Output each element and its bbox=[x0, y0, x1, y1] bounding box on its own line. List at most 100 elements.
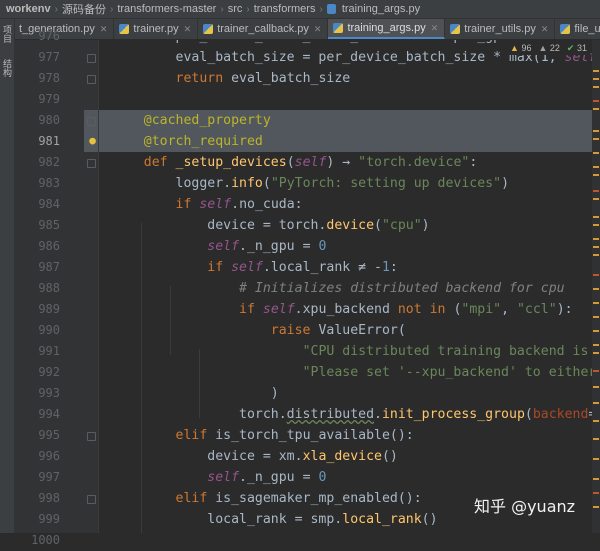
breadcrumb-separator-icon: › bbox=[319, 3, 323, 15]
code-line[interactable]: logger.info("PyTorch: setting up devices… bbox=[99, 173, 592, 194]
line-number: 991 bbox=[38, 344, 60, 358]
error-stripe-marker[interactable] bbox=[593, 216, 599, 218]
line-number: 997 bbox=[38, 470, 60, 484]
warning-icon: ▲ bbox=[510, 43, 519, 53]
code-line[interactable]: if self.no_cuda: bbox=[99, 194, 592, 215]
error-stripe-marker[interactable] bbox=[593, 420, 599, 422]
error-stripe-marker[interactable] bbox=[593, 130, 599, 132]
editor-tab[interactable]: trainer_callback.py ✕ bbox=[198, 19, 329, 39]
error-stripe-marker[interactable] bbox=[593, 274, 599, 276]
fold-marker-icon[interactable] bbox=[87, 432, 96, 441]
fold-marker-icon[interactable] bbox=[87, 495, 96, 504]
breadcrumb-item[interactable]: workenv bbox=[0, 3, 55, 15]
error-stripe-marker[interactable] bbox=[593, 70, 599, 72]
error-stripe-marker[interactable] bbox=[593, 370, 599, 372]
weak-warning-count[interactable]: ▲ 22 bbox=[538, 43, 559, 53]
tool-window-structure[interactable]: 结构 bbox=[1, 59, 13, 77]
breadcrumb-item[interactable]: 源码备份 bbox=[58, 1, 110, 17]
error-stripe-marker[interactable] bbox=[593, 386, 599, 388]
code-line[interactable]: device = xm.xla_device() bbox=[99, 446, 592, 467]
code-line[interactable]: self._n_gpu = 0 bbox=[99, 236, 592, 257]
error-stripe-marker[interactable] bbox=[593, 438, 599, 440]
line-number: 990 bbox=[38, 323, 60, 337]
editor-tab-label: trainer.py bbox=[133, 23, 179, 35]
breadcrumb: workenv › 源码备份 › transformers-master › src › tra… bbox=[0, 0, 600, 19]
error-stripe-marker[interactable] bbox=[593, 344, 599, 346]
breadcrumb-item[interactable]: src bbox=[224, 3, 247, 15]
editor-tab[interactable]: file_utils.py✕ bbox=[555, 19, 600, 39]
error-stripe-marker[interactable] bbox=[593, 288, 599, 290]
inspections-widget[interactable]: ▲ 96 ▲ 22 ✔ 31 bbox=[507, 41, 590, 55]
line-number: 984 bbox=[38, 197, 60, 211]
code-line[interactable]: torch.distributed.init_process_group(bac… bbox=[99, 404, 592, 425]
error-stripe-marker[interactable] bbox=[593, 330, 599, 332]
python-file-icon bbox=[326, 4, 336, 14]
error-stripe-marker[interactable] bbox=[593, 152, 599, 154]
error-stripe-marker[interactable] bbox=[593, 190, 599, 192]
error-stripe-marker[interactable] bbox=[593, 302, 599, 304]
tool-window-strip: 项目 结构 bbox=[0, 19, 15, 533]
editor-tab[interactable]: trainer_utils.py ✕ bbox=[445, 19, 556, 39]
close-tab-icon[interactable]: ✕ bbox=[314, 24, 322, 35]
error-stripe-marker[interactable] bbox=[593, 166, 599, 168]
code-line[interactable]: elif is_torch_tpu_available(): bbox=[99, 425, 592, 446]
line-number: 979 bbox=[38, 92, 60, 106]
editor-tab[interactable]: training_args.py ✕ bbox=[328, 19, 446, 39]
error-stripe-marker[interactable] bbox=[593, 316, 599, 318]
code-line[interactable]: @torch_required bbox=[99, 131, 592, 152]
editor-tab[interactable]: trainer.py ✕ bbox=[114, 19, 199, 39]
editor-tab-label: training_args.py bbox=[347, 22, 426, 34]
code-line[interactable]: "CPU distributed training backend is not… bbox=[99, 341, 592, 362]
fold-marker-icon[interactable] bbox=[87, 75, 96, 84]
close-tab-icon[interactable]: ✕ bbox=[184, 24, 192, 35]
code-line[interactable]: def _setup_devices(self) → "torch.device… bbox=[99, 152, 592, 173]
error-stripe-marker[interactable] bbox=[593, 246, 599, 248]
code-line[interactable]: if self.local_rank ≠ -1: bbox=[99, 257, 592, 278]
tool-window-project[interactable]: 项目 bbox=[1, 25, 13, 43]
breadcrumb-item[interactable]: training_args.py bbox=[338, 3, 424, 15]
error-stripe-marker[interactable] bbox=[593, 224, 599, 226]
warning-count[interactable]: ▲ 96 bbox=[510, 43, 531, 53]
fold-marker-icon[interactable] bbox=[87, 117, 96, 126]
code-line[interactable]: @cached_property bbox=[99, 110, 592, 131]
code-line[interactable]: "Please set '--xpu_backend' to either 'm… bbox=[99, 362, 592, 383]
intention-bulb-icon[interactable]: ● bbox=[88, 135, 97, 146]
fold-marker-icon[interactable] bbox=[87, 54, 96, 63]
code-line[interactable]: return eval_batch_size bbox=[99, 68, 592, 89]
error-stripe-marker[interactable] bbox=[593, 402, 599, 404]
line-number: 978 bbox=[38, 71, 60, 85]
error-stripe-marker[interactable] bbox=[593, 478, 599, 480]
line-number: 993 bbox=[38, 386, 60, 400]
code-line[interactable]: raise ValueError( bbox=[99, 320, 592, 341]
close-tab-icon[interactable]: ✕ bbox=[431, 23, 439, 34]
error-stripe-marker[interactable] bbox=[593, 78, 599, 80]
breadcrumb-item[interactable]: transformers-master bbox=[113, 3, 220, 15]
code-line[interactable]: ) bbox=[99, 383, 592, 404]
editor-tab-bar: t_generation.py ✕ trainer.py ✕ trainer_callb… bbox=[14, 19, 600, 40]
close-tab-icon[interactable]: ✕ bbox=[100, 24, 108, 35]
ok-count[interactable]: ✔ 31 bbox=[567, 43, 587, 54]
code-line[interactable]: if self.xpu_backend not in ("mpi", "ccl"… bbox=[99, 299, 592, 320]
breadcrumb-item[interactable]: transformers bbox=[250, 3, 320, 15]
fold-marker-icon[interactable] bbox=[87, 159, 96, 168]
error-stripe-marker[interactable] bbox=[593, 492, 599, 494]
code-line[interactable]: self._n_gpu = 0 bbox=[99, 467, 592, 488]
error-stripe[interactable] bbox=[592, 40, 600, 533]
code-line[interactable] bbox=[99, 89, 592, 110]
error-stripe-marker[interactable] bbox=[593, 86, 599, 88]
error-stripe-marker[interactable] bbox=[593, 174, 599, 176]
close-tab-icon[interactable]: ✕ bbox=[541, 24, 549, 35]
error-stripe-marker[interactable] bbox=[593, 458, 599, 460]
error-stripe-marker[interactable] bbox=[593, 108, 599, 110]
error-stripe-marker[interactable] bbox=[593, 352, 599, 354]
error-stripe-marker[interactable] bbox=[593, 506, 599, 508]
error-stripe-marker[interactable] bbox=[593, 238, 599, 240]
error-stripe-marker[interactable] bbox=[593, 254, 599, 256]
error-stripe-marker[interactable] bbox=[593, 100, 599, 102]
editor-gutter[interactable]: 976 977 978 979 980 981 982 983 984 985 986 987 988 9… bbox=[14, 29, 99, 547]
error-stripe-marker[interactable] bbox=[593, 138, 599, 140]
code-line[interactable]: # Initializes distributed backend for cp… bbox=[99, 278, 592, 299]
error-stripe-marker[interactable] bbox=[593, 198, 599, 200]
code-line[interactable]: device = torch.device("cpu") bbox=[99, 215, 592, 236]
code-editor[interactable]: per_device_train_batch_size = self.per_g… bbox=[99, 40, 592, 533]
